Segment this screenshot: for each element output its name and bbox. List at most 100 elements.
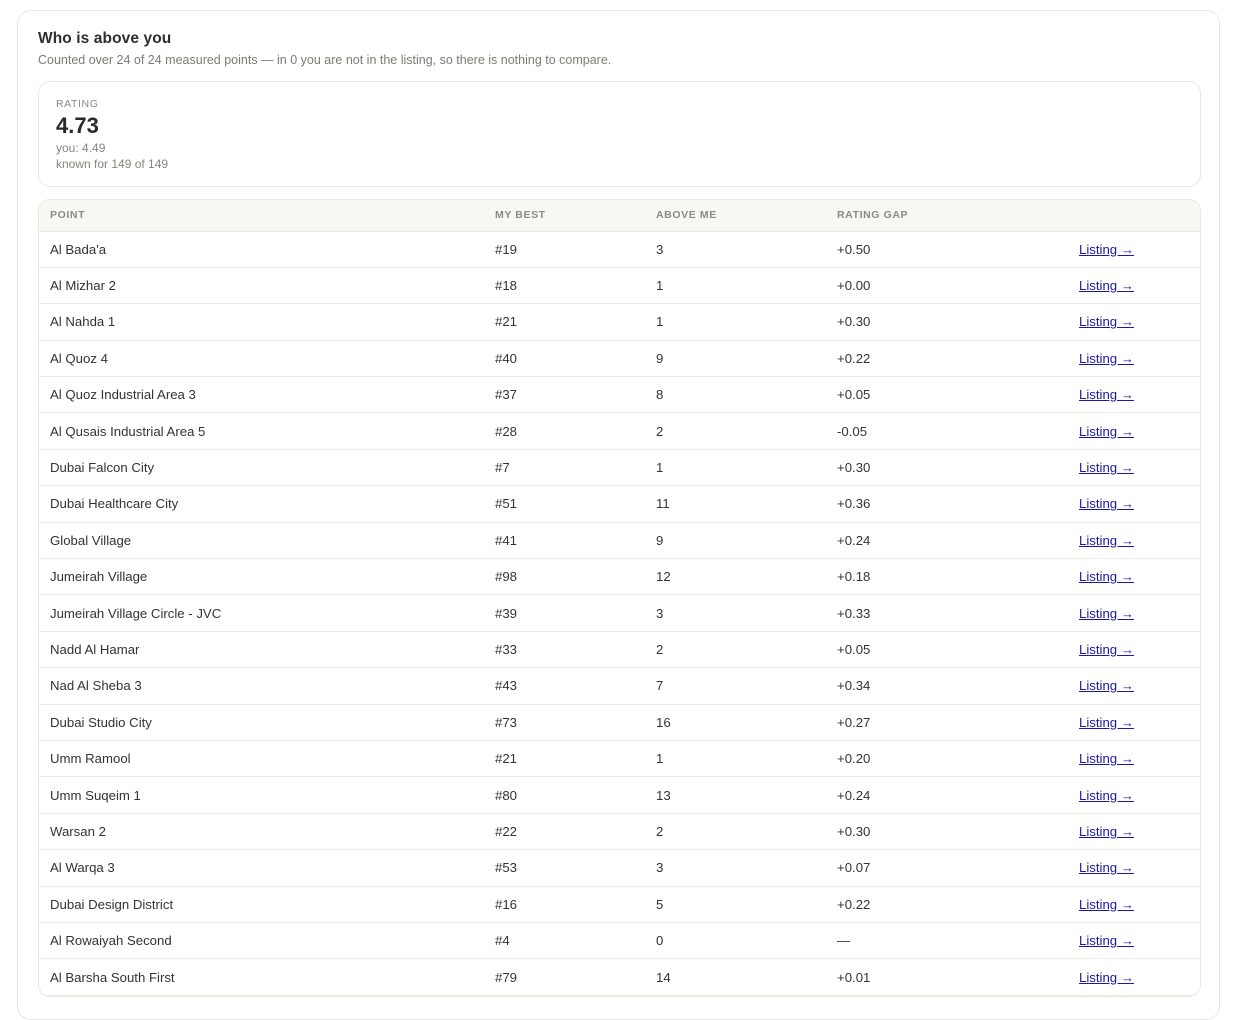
my-best-cell: #28 [484, 412, 645, 450]
point-cell: Jumeirah Village Circle - JVC [39, 594, 484, 632]
rating-gap-cell: +0.05 [826, 376, 1029, 414]
listing-link[interactable]: Listing → [1079, 606, 1134, 621]
point-cell: Dubai Healthcare City [39, 485, 484, 523]
point-cell: Nad Al Sheba 3 [39, 667, 484, 705]
my-best-cell: #21 [484, 740, 645, 778]
rating-gap-cell: +0.24 [826, 522, 1029, 560]
above-me-cell: 12 [645, 558, 826, 596]
above-me-cell: 1 [645, 267, 826, 305]
point-cell: Dubai Design District [39, 886, 484, 923]
point-cell: Al Qusais Industrial Area 5 [39, 412, 484, 450]
rating-gap-cell: +0.22 [826, 886, 1029, 923]
table-row: Umm Ramool #21 1 +0.20 Listing → [39, 740, 1200, 778]
listing-link-cell: Listing → [1029, 558, 1200, 596]
listing-link-cell: Listing → [1029, 740, 1200, 778]
points-table-wrap: POINT MY BEST ABOVE ME RATING GAP Al Bad… [38, 199, 1201, 997]
rating-gap-cell: +0.50 [826, 231, 1029, 268]
above-me-cell: 1 [645, 303, 826, 341]
above-me-cell: 2 [645, 412, 826, 450]
my-best-cell: #41 [484, 522, 645, 560]
rating-gap-cell: +0.01 [826, 958, 1029, 996]
rating-gap-cell: +0.00 [826, 267, 1029, 305]
listing-link[interactable]: Listing → [1079, 460, 1134, 475]
rating-gap-cell: +0.24 [826, 776, 1029, 814]
listing-link[interactable]: Listing → [1079, 496, 1134, 511]
listing-link-cell: Listing → [1029, 704, 1200, 741]
header-actions [1029, 200, 1200, 232]
point-cell: Warsan 2 [39, 813, 484, 851]
rating-gap-cell: +0.05 [826, 631, 1029, 669]
rating-gap-cell: +0.22 [826, 340, 1029, 378]
table-row: Warsan 2 #22 2 +0.30 Listing → [39, 813, 1200, 851]
rating-gap-cell: +0.30 [826, 813, 1029, 851]
point-cell: Al Quoz 4 [39, 340, 484, 378]
listing-link[interactable]: Listing → [1079, 715, 1134, 730]
listing-link-cell: Listing → [1029, 849, 1200, 887]
who-is-above-card: Who is above you Counted over 24 of 24 m… [17, 10, 1220, 1020]
table-header-row: POINT MY BEST ABOVE ME RATING GAP [39, 200, 1200, 232]
listing-link[interactable]: Listing → [1079, 242, 1134, 257]
listing-link[interactable]: Listing → [1079, 278, 1134, 293]
table-row: Global Village #41 9 +0.24 Listing → [39, 522, 1200, 560]
listing-link[interactable]: Listing → [1079, 642, 1134, 657]
listing-link[interactable]: Listing → [1079, 678, 1134, 693]
table-row: Al Rowaiyah Second #4 0— Listing → [39, 922, 1200, 960]
point-cell: Umm Ramool [39, 740, 484, 778]
listing-link-cell: Listing → [1029, 922, 1200, 960]
listing-link[interactable]: Listing → [1079, 788, 1134, 803]
listing-link-cell: Listing → [1029, 886, 1200, 923]
above-me-cell: 2 [645, 813, 826, 851]
listing-link-cell: Listing → [1029, 412, 1200, 450]
above-me-cell: 1 [645, 449, 826, 487]
rating-gap-cell: -0.05 [826, 412, 1029, 450]
listing-link[interactable]: Listing → [1079, 314, 1134, 329]
above-me-cell: 11 [645, 485, 826, 523]
listing-link[interactable]: Listing → [1079, 824, 1134, 839]
point-cell: Al Bada'a [39, 231, 484, 268]
listing-link[interactable]: Listing → [1079, 424, 1134, 439]
listing-link[interactable]: Listing → [1079, 933, 1134, 948]
point-cell: Dubai Studio City [39, 704, 484, 741]
table-row: Al Barsha South First #79 14 +0.01 Listing → [39, 958, 1200, 996]
listing-link-cell: Listing → [1029, 522, 1200, 560]
point-cell: Jumeirah Village [39, 558, 484, 596]
rating-gap-cell: +0.34 [826, 667, 1029, 705]
rating-you: you: 4.49 [56, 141, 106, 155]
listing-link[interactable]: Listing → [1079, 860, 1134, 875]
header-point: POINT [39, 200, 484, 232]
listing-link[interactable]: Listing → [1079, 351, 1134, 366]
listing-link[interactable]: Listing → [1079, 533, 1134, 548]
listing-link-cell: Listing → [1029, 485, 1200, 523]
table-row: Al Quoz Industrial Area 3 #37 8 +0.05 Listin… [39, 376, 1200, 414]
point-cell: Umm Suqeim 1 [39, 776, 484, 814]
table-row: Umm Suqeim 1 #80 13 +0.24 Listing → [39, 776, 1200, 814]
listing-link[interactable]: Listing → [1079, 387, 1134, 402]
my-best-cell: #4 [484, 922, 645, 960]
above-me-cell: 7 [645, 667, 826, 705]
listing-link[interactable]: Listing → [1079, 569, 1134, 584]
point-cell: Al Quoz Industrial Area 3 [39, 376, 484, 414]
above-me-cell: 2 [645, 631, 826, 669]
rating-gap-cell: +0.07 [826, 849, 1029, 887]
rating-gap-cell: +0.30 [826, 449, 1029, 487]
listing-link[interactable]: Listing → [1079, 970, 1134, 985]
table-row: Dubai Healthcare City #51 11 +0.36 Listing → [39, 485, 1200, 523]
point-cell: Al Warqa 3 [39, 849, 484, 887]
my-best-cell: #80 [484, 776, 645, 814]
listing-link-cell: Listing → [1029, 376, 1200, 414]
point-cell: Al Barsha South First [39, 958, 484, 996]
section-title: Who is above you [38, 30, 172, 47]
listing-link[interactable]: Listing → [1079, 897, 1134, 912]
my-best-cell: #21 [484, 303, 645, 341]
rating-gap-cell: +0.20 [826, 740, 1029, 778]
table-row: Al Mizhar 2 #18 1 +0.00 Listing → [39, 267, 1200, 305]
listing-link-cell: Listing → [1029, 594, 1200, 632]
my-best-cell: #19 [484, 231, 645, 268]
listing-link-cell: Listing → [1029, 813, 1200, 851]
point-cell: Al Mizhar 2 [39, 267, 484, 305]
my-best-cell: #40 [484, 340, 645, 378]
above-me-cell: 13 [645, 776, 826, 814]
listing-link[interactable]: Listing → [1079, 751, 1134, 766]
rating-gap-cell: +0.27 [826, 704, 1029, 741]
listing-link-cell: Listing → [1029, 231, 1200, 268]
